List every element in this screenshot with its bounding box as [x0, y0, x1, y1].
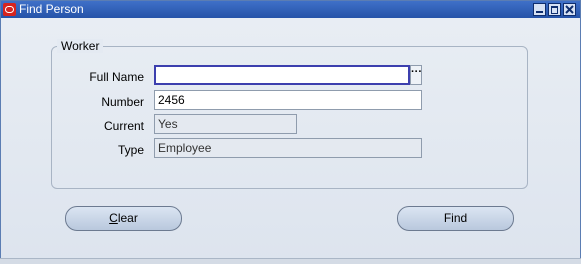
type-field — [154, 138, 422, 158]
close-icon[interactable] — [563, 3, 576, 16]
number-field[interactable] — [154, 90, 422, 110]
ellipsis-icon[interactable]: ··· — [410, 65, 422, 85]
number-label: Number — [101, 95, 144, 109]
oracle-icon — [3, 3, 16, 16]
current-label: Current — [103, 119, 144, 133]
background-window-edge — [0, 258, 581, 264]
window-title: Find Person — [19, 2, 84, 16]
title-bar[interactable]: Find Person — [1, 1, 580, 18]
worker-group-title: Worker — [57, 39, 104, 53]
maximize-icon[interactable] — [548, 3, 561, 16]
clear-label: lear — [117, 211, 138, 225]
full-name-label: Full Name — [89, 70, 144, 84]
find-button[interactable]: Find — [397, 206, 514, 231]
current-field — [154, 114, 297, 134]
type-label: Type — [117, 143, 144, 157]
find-label: Find — [443, 211, 468, 225]
full-name-field[interactable] — [154, 65, 410, 85]
clear-button[interactable]: Clear — [65, 206, 182, 231]
find-person-window: Find Person Worker Full Name ··· Number … — [0, 0, 581, 263]
clear-mnemonic: C — [109, 211, 118, 225]
minimize-icon[interactable] — [533, 3, 546, 16]
